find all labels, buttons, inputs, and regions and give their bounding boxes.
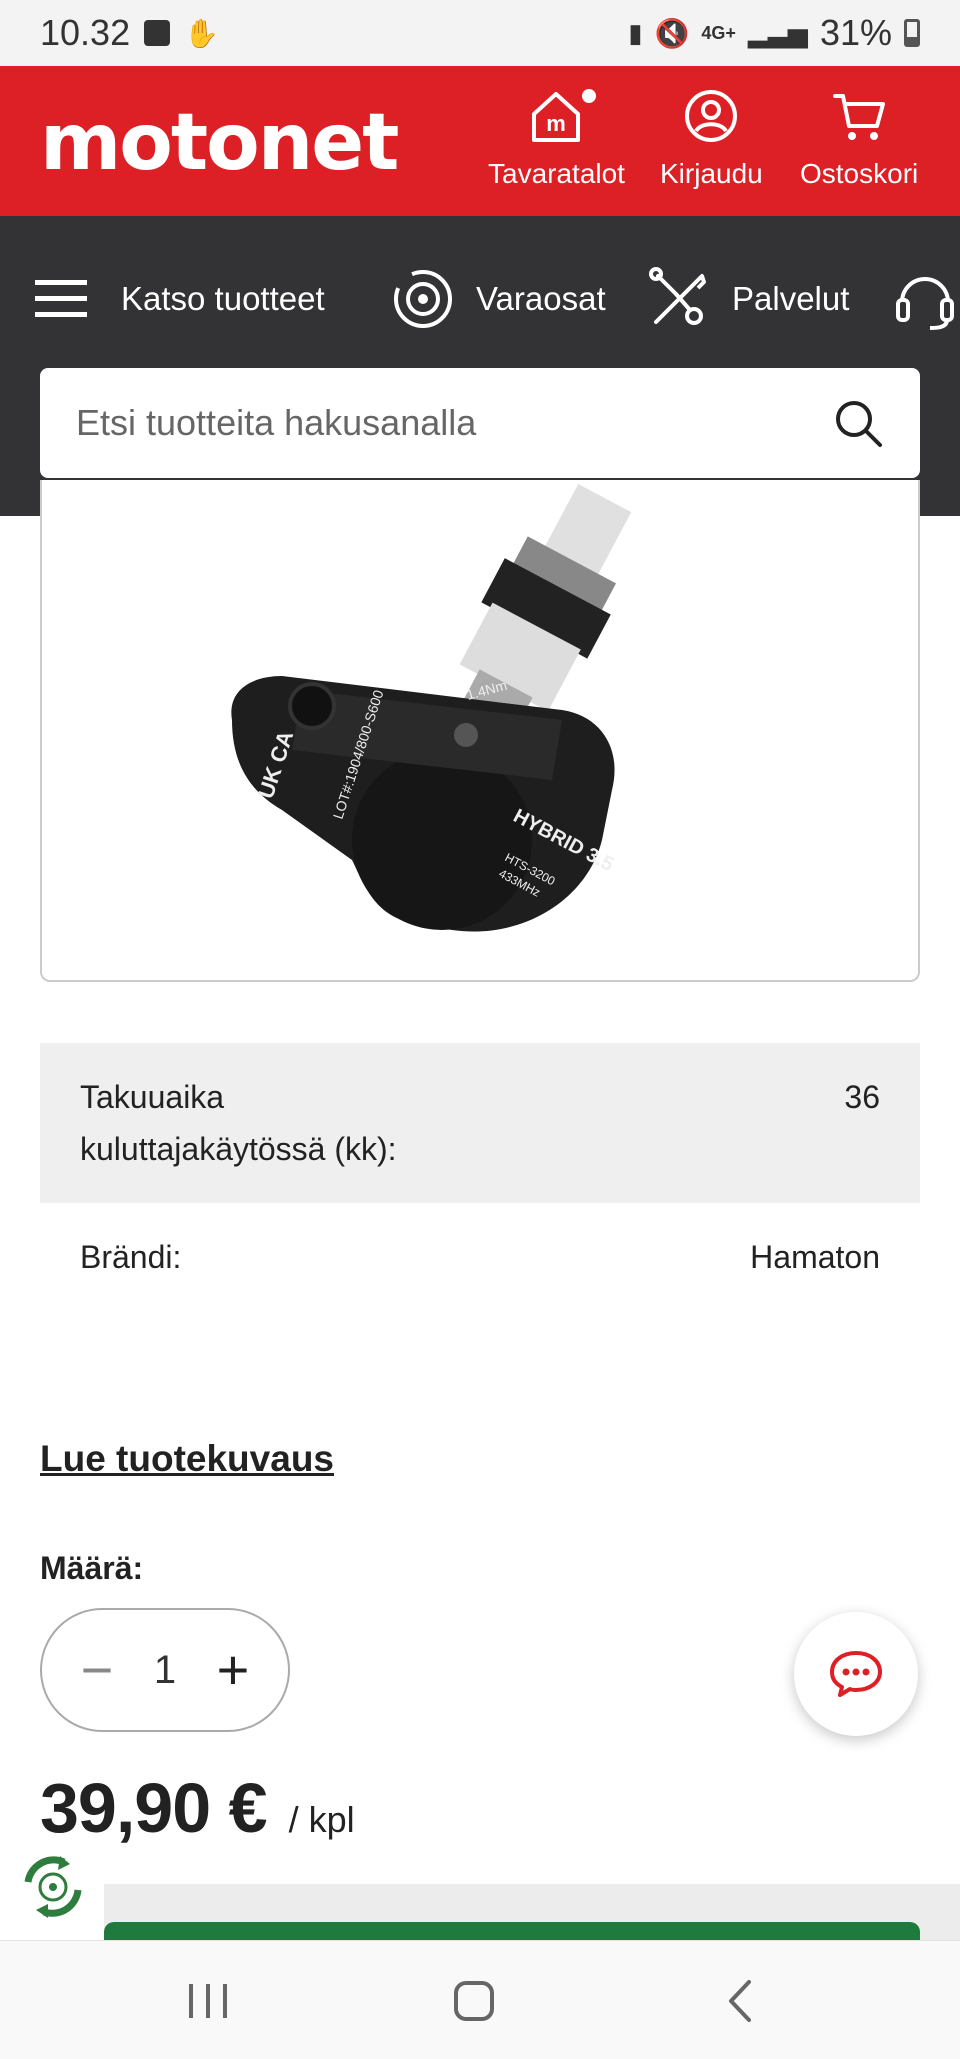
cart-button[interactable]: Ostoskori <box>800 86 918 190</box>
spec-value-warranty: 36 <box>844 1079 880 1115</box>
stores-label: Tavaratalot <box>488 158 625 189</box>
menu-icon <box>35 280 87 317</box>
services-button[interactable]: Palvelut <box>646 266 849 332</box>
decrease-quantity-button[interactable]: − <box>72 1642 122 1698</box>
battery-icon <box>904 19 920 47</box>
status-right: ▮ 🔇 4G+ ▂▃▅ 31% <box>628 12 920 54</box>
back-button[interactable] <box>712 1971 772 2031</box>
system-navigation-bar <box>0 1940 960 2059</box>
site-header: motonet m Tavaratalot Kirjaudu Ostoskori <box>0 66 960 216</box>
network-type: 4G+ <box>701 23 736 43</box>
eco-icon[interactable] <box>16 1850 90 1924</box>
checkbox-notification-icon <box>144 20 171 46</box>
spec-table: Takuuaika kuluttajakäytössä (kk): 36 Brä… <box>40 1043 920 1311</box>
spec-row-warranty: Takuuaika kuluttajakäytössä (kk): 36 <box>40 1043 920 1203</box>
battery-saver-icon: ▮ <box>628 17 643 48</box>
browse-products-button[interactable]: Katso tuotteet <box>35 266 325 332</box>
stores-button[interactable]: m Tavaratalot <box>488 86 625 190</box>
browse-label: Katso tuotteet <box>121 280 325 317</box>
status-bar: 10.32 ✋ ▮ 🔇 4G+ ▂▃▅ 31% <box>0 0 960 66</box>
spec-row-brand: Brändi: Hamaton <box>40 1203 920 1311</box>
status-left: 10.32 ✋ <box>40 12 219 54</box>
read-description-link[interactable]: Lue tuotekuvaus <box>40 1438 334 1480</box>
motonet-logo[interactable]: motonet <box>40 98 399 188</box>
back-icon <box>729 1980 751 2022</box>
spec-label-warranty: Takuuaika kuluttajakäytössä (kk): <box>80 1079 397 1167</box>
quantity-label: Määrä: <box>40 1550 144 1586</box>
svg-text:m: m <box>547 111 567 136</box>
nav-row: Katso tuotteet Varaosat Palvelut <box>0 256 960 346</box>
cart-icon <box>833 94 886 140</box>
store-notification-dot <box>578 86 599 106</box>
main-nav: Katso tuotteet Varaosat Palvelut Etsi tu… <box>0 216 960 516</box>
recent-apps-icon <box>189 1984 227 2018</box>
battery-percent: 31% <box>819 12 892 53</box>
spec-label-brand: Brändi: <box>80 1239 182 1275</box>
login-label: Kirjaudu <box>660 158 763 189</box>
cart-label: Ostoskori <box>800 158 919 189</box>
parts-label: Varaosat <box>476 280 606 317</box>
chat-button[interactable] <box>794 1612 918 1736</box>
parts-button[interactable]: Varaosat <box>390 266 606 332</box>
price-row: 39,90 € / kpl <box>40 1768 355 1848</box>
mute-icon: 🔇 <box>654 17 690 49</box>
login-button[interactable]: Kirjaudu <box>660 86 763 190</box>
home-icon <box>454 1981 494 2021</box>
brake-disc-icon <box>394 270 452 328</box>
signal-icon: ▂▃▅ <box>747 17 808 48</box>
chat-icon <box>830 1651 882 1697</box>
customer-service-button[interactable] <box>892 266 958 332</box>
price-amount: 39,90 € <box>40 1769 268 1847</box>
quantity-value[interactable]: 1 <box>154 1648 176 1693</box>
status-time: 10.32 <box>40 12 131 53</box>
notification-icon: ✋ <box>184 17 219 49</box>
spec-value-brand: Hamaton <box>750 1239 880 1275</box>
product-image-frame[interactable]: 1.4Nm LOT#:1904/800-S600 UK CA HYBRID 3.… <box>40 480 920 982</box>
price-unit: / kpl <box>288 1799 355 1840</box>
quantity-stepper[interactable]: − 1 + <box>40 1608 290 1732</box>
search-bar[interactable]: Etsi tuotteita hakusanalla <box>40 368 920 478</box>
user-icon <box>685 90 738 142</box>
search-icon[interactable] <box>832 397 884 449</box>
increase-quantity-button[interactable]: + <box>208 1642 258 1698</box>
recent-apps-button[interactable] <box>178 1971 238 2031</box>
headset-icon <box>896 277 954 330</box>
search-input[interactable]: Etsi tuotteita hakusanalla <box>76 402 832 444</box>
services-label: Palvelut <box>732 280 850 317</box>
store-icon: m <box>532 92 581 142</box>
tools-icon <box>649 267 706 325</box>
product-image: 1.4Nm LOT#:1904/800-S600 UK CA HYBRID 3.… <box>231 483 632 932</box>
home-button[interactable] <box>444 1971 504 2031</box>
